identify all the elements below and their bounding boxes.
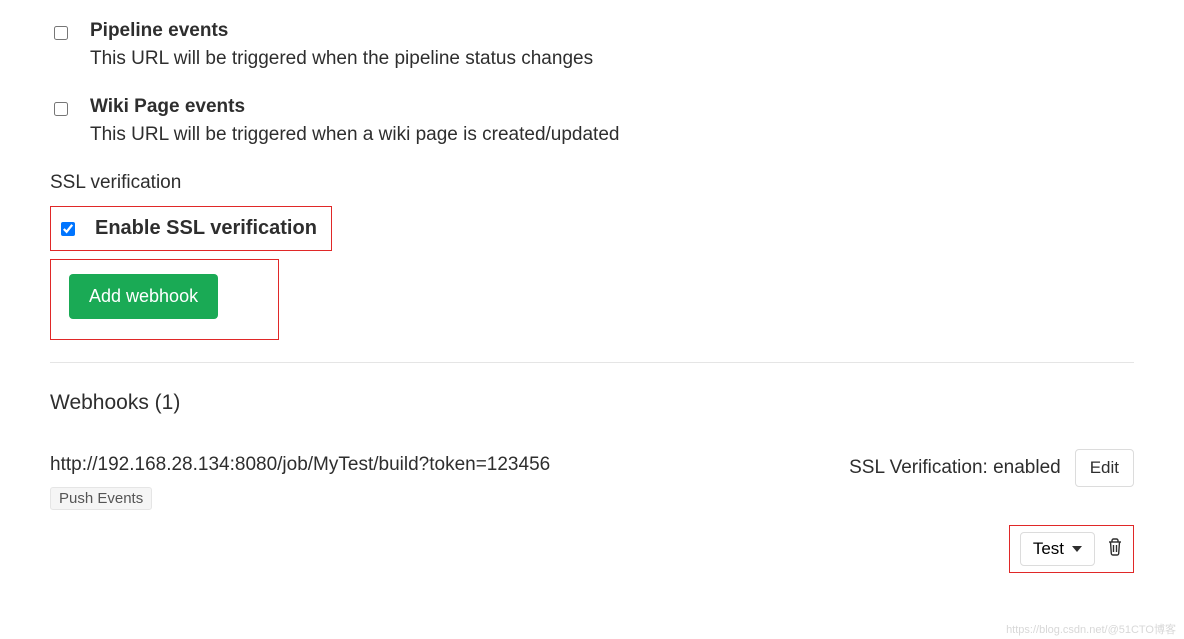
test-button-label: Test [1033,539,1064,559]
test-button[interactable]: Test [1020,532,1095,566]
enable-ssl-label: Enable SSL verification [95,217,317,240]
add-webhook-area: Add webhook [50,259,279,340]
event-pipeline-content: Pipeline events This URL will be trigger… [90,20,1134,70]
wiki-events-checkbox[interactable] [54,102,68,116]
pipeline-events-checkbox[interactable] [54,26,68,40]
event-wiki: Wiki Page events This URL will be trigge… [50,96,1134,146]
webhook-ssl-status: SSL Verification: enabled [849,457,1061,479]
watermark: https://blog.csdn.net/@51CTO博客 [1006,621,1176,637]
event-wiki-content: Wiki Page events This URL will be trigge… [90,96,1134,146]
webhook-url: http://192.168.28.134:8080/job/MyTest/bu… [50,449,829,481]
wiki-events-desc: This URL will be triggered when a wiki p… [90,124,1134,146]
divider [50,362,1134,363]
pipeline-events-desc: This URL will be triggered when the pipe… [90,48,1134,70]
enable-ssl-checkbox[interactable] [61,222,75,236]
event-pipeline: Pipeline events This URL will be trigger… [50,20,1134,70]
webhooks-heading: Webhooks (1) [50,391,1134,415]
enable-ssl-row: Enable SSL verification [50,206,332,251]
webhook-left: http://192.168.28.134:8080/job/MyTest/bu… [50,449,829,510]
test-area: Test [1009,525,1134,573]
webhook-right: SSL Verification: enabled Edit Test [849,449,1134,573]
webhook-badge-push-events: Push Events [50,487,152,510]
delete-webhook-button[interactable] [1107,538,1123,561]
pipeline-events-title: Pipeline events [90,20,1134,42]
chevron-down-icon [1072,546,1082,552]
webhook-row: http://192.168.28.134:8080/job/MyTest/bu… [50,449,1134,573]
ssl-verification-heading: SSL verification [50,172,1134,194]
edit-button[interactable]: Edit [1075,449,1134,487]
trash-icon [1107,538,1123,556]
add-webhook-button[interactable]: Add webhook [69,274,218,319]
wiki-events-title: Wiki Page events [90,96,1134,118]
webhook-right-top: SSL Verification: enabled Edit [849,449,1134,487]
